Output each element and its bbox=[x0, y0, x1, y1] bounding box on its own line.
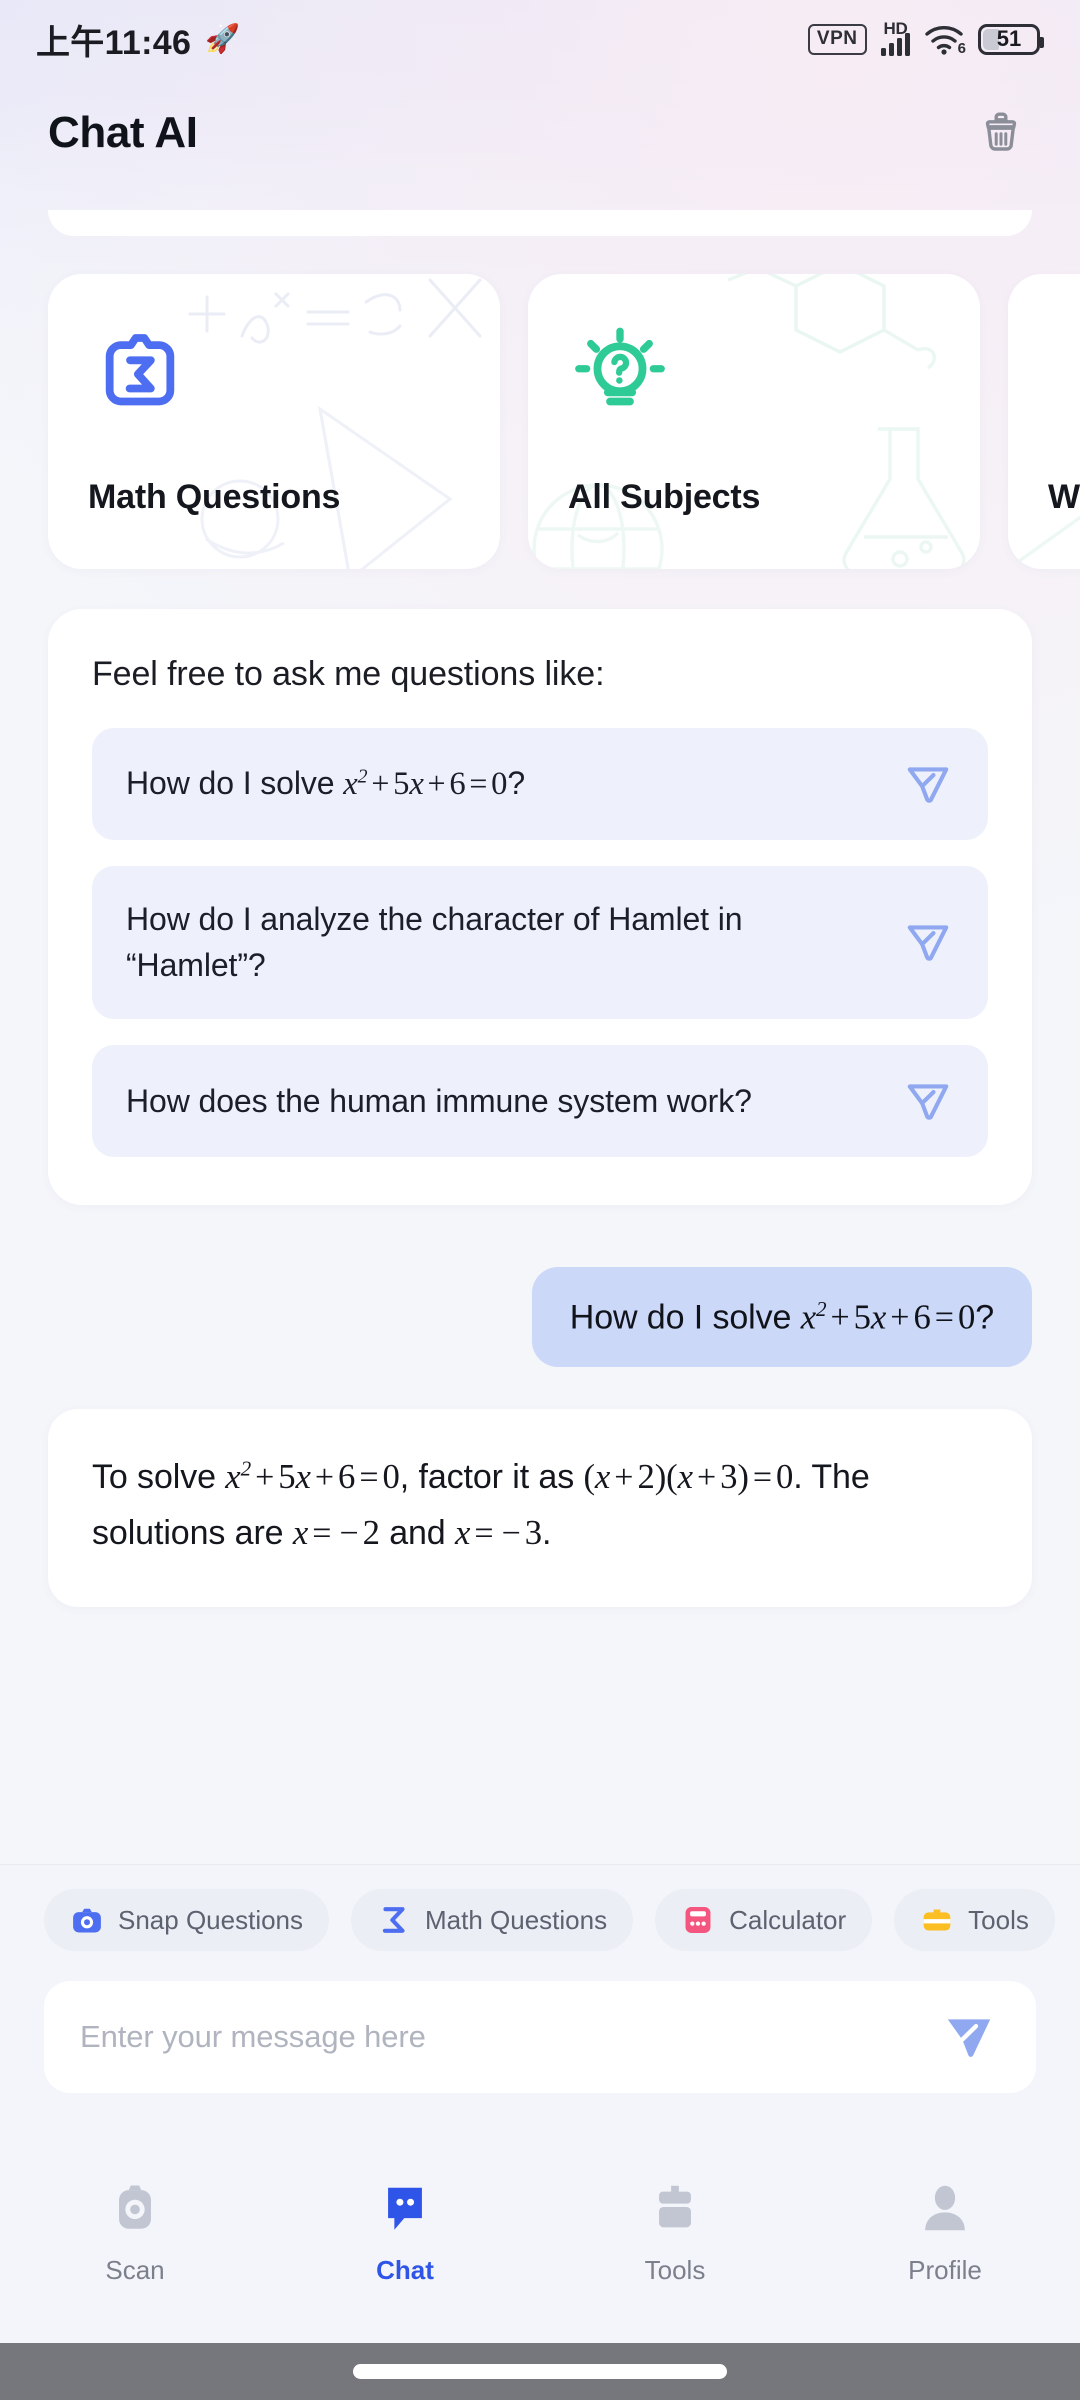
suggestions-intro: Feel free to ask me questions like: bbox=[92, 655, 605, 693]
feature-cards-row[interactable]: Math Questions All Subjects W bbox=[0, 236, 1080, 569]
assistant-message-row: To solve x2 +5x +6 = 0, factor it as (x +2)(x… bbox=[0, 1367, 1080, 1608]
composer: Snap Questions Math Questions Calculator bbox=[0, 1864, 1080, 2113]
toolbox-icon bbox=[923, 1909, 951, 1931]
status-time: 上午11:46 bbox=[36, 23, 192, 62]
status-bar-right: VPN HD 6 51 bbox=[807, 19, 1044, 57]
feature-card-label: W bbox=[1048, 478, 1080, 516]
feature-card-math-questions[interactable]: Math Questions bbox=[48, 274, 500, 569]
broom-icon bbox=[985, 112, 1017, 151]
message-input[interactable]: Enter your message here bbox=[80, 2019, 938, 2055]
send-outline-icon[interactable] bbox=[902, 916, 954, 968]
nav-item-chat[interactable]: Chat bbox=[270, 2171, 540, 2286]
toolbox-icon bbox=[659, 2185, 691, 2227]
lightbulb-question-icon bbox=[575, 327, 665, 406]
camera-sigma-icon bbox=[105, 334, 175, 406]
battery-level: 51 bbox=[996, 26, 1022, 51]
suggestions-panel: Feel free to ask me questions like: How … bbox=[48, 609, 1032, 1205]
status-bar-left: 上午11:46 🚀 bbox=[36, 15, 240, 64]
math-watermark bbox=[188, 274, 500, 344]
send-filled-icon[interactable] bbox=[938, 2006, 1000, 2068]
calculator-icon bbox=[685, 1906, 711, 1934]
bottom-navigation[interactable]: Scan Chat Tools Profile bbox=[0, 2113, 1080, 2343]
person-icon bbox=[925, 2185, 965, 2230]
camera-icon bbox=[119, 2185, 151, 2229]
user-message-bubble: How do I solve x2 +5x +6 = 0? bbox=[531, 1266, 1032, 1368]
message-input-row[interactable]: Enter your message here bbox=[44, 1981, 1036, 2093]
home-indicator[interactable] bbox=[353, 2364, 727, 2379]
suggestion-item[interactable]: How do I analyze the character of Hamlet… bbox=[92, 866, 988, 1019]
vpn-icon: VPN bbox=[807, 23, 867, 55]
chemistry-watermark bbox=[727, 274, 937, 370]
quick-action-chips[interactable]: Snap Questions Math Questions Calculator bbox=[0, 1889, 1080, 1951]
assistant-message-bubble: To solve x2 +5x +6 = 0, factor it as (x +2)(x… bbox=[48, 1409, 1032, 1608]
chip-label: Math Questions bbox=[425, 1904, 608, 1935]
send-outline-icon[interactable] bbox=[902, 758, 954, 810]
feature-card-all-subjects[interactable]: All Subjects bbox=[528, 274, 980, 569]
page-title: Chat AI bbox=[48, 108, 198, 157]
status-bar: 上午11:46 🚀 VPN HD 6 51 bbox=[0, 0, 1080, 78]
feature-card-partial[interactable]: W bbox=[1008, 274, 1080, 569]
gesture-bar bbox=[0, 2343, 1080, 2400]
feature-card-label: Math Questions bbox=[88, 478, 341, 516]
user-message-row: How do I solve x2 +5x +6 = 0? bbox=[0, 1205, 1080, 1368]
suggestion-item[interactable]: How do I solve x2 +5x +6 = 0? bbox=[92, 728, 988, 840]
sigma-icon bbox=[382, 1907, 405, 1933]
nav-label: Tools bbox=[644, 2254, 706, 2285]
chat-bubble-icon bbox=[388, 2187, 422, 2230]
suggestion-text: How does the human immune system work? bbox=[126, 1082, 752, 1119]
nav-item-profile[interactable]: Profile bbox=[810, 2171, 1080, 2286]
clear-chat-button[interactable] bbox=[966, 98, 1036, 168]
chat-scroll-area[interactable]: Math Questions All Subjects W Feel free … bbox=[0, 188, 1080, 2113]
nav-item-scan[interactable]: Scan bbox=[0, 2171, 270, 2286]
chip-snap-questions[interactable]: Snap Questions bbox=[44, 1889, 330, 1951]
chip-tools[interactable]: Tools bbox=[894, 1889, 1055, 1951]
wifi-generation-label: 6 bbox=[957, 40, 966, 57]
science-watermark bbox=[842, 427, 966, 569]
chip-label: Calculator bbox=[729, 1904, 847, 1935]
chip-math-questions[interactable]: Math Questions bbox=[351, 1889, 634, 1951]
nav-item-tools[interactable]: Tools bbox=[540, 2171, 810, 2286]
camera-icon bbox=[73, 1908, 101, 1933]
chip-label: Snap Questions bbox=[118, 1904, 304, 1935]
send-outline-icon[interactable] bbox=[902, 1075, 954, 1127]
feature-card-label: All Subjects bbox=[568, 478, 761, 516]
wifi-icon: 6 bbox=[924, 23, 966, 57]
suggestion-text: How do I analyze the character of Hamlet… bbox=[126, 901, 743, 984]
scrolled-card-remnant bbox=[48, 210, 1032, 236]
suggestion-item[interactable]: How does the human immune system work? bbox=[92, 1044, 988, 1157]
nav-label: Chat bbox=[376, 2254, 434, 2285]
chip-calculator[interactable]: Calculator bbox=[655, 1889, 873, 1951]
chip-label: Tools bbox=[968, 1904, 1029, 1935]
nav-label: Profile bbox=[908, 2254, 982, 2285]
signal-icon: HD bbox=[880, 19, 910, 56]
hd-icon: HD bbox=[883, 19, 908, 38]
nav-label: Scan bbox=[105, 2254, 165, 2285]
rocket-icon: 🚀 bbox=[205, 23, 241, 54]
suggestion-text: How do I solve x2 +5x +6 = 0? bbox=[126, 764, 526, 802]
battery-icon: 51 bbox=[978, 23, 1044, 55]
app-header: Chat AI bbox=[0, 78, 1080, 188]
